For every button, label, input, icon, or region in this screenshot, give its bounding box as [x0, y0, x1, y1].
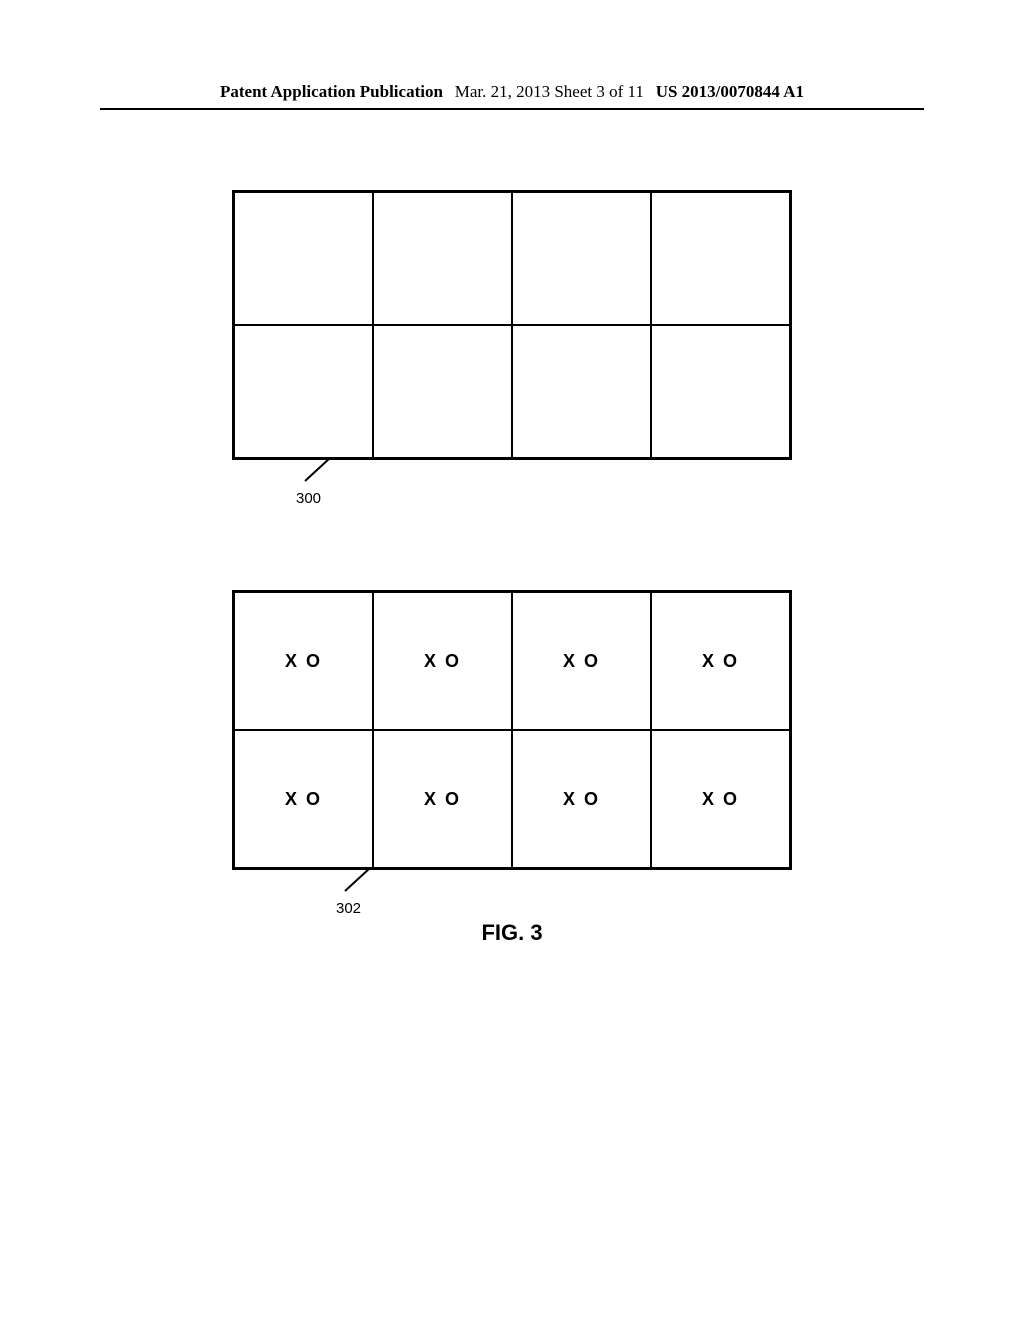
figure-3: 300 X O X O X O X O X O X O X O X O 302 …	[160, 190, 864, 946]
grid-302-cell: X O	[373, 730, 512, 868]
grid-300-cell	[651, 192, 790, 325]
header-publication-number: US 2013/0070844 A1	[656, 82, 804, 102]
grid-302-cell: X O	[651, 730, 790, 868]
grid-300-cell	[373, 192, 512, 325]
grid-302-cell: X O	[234, 592, 373, 730]
grid-300-cell	[651, 325, 790, 458]
reference-302-label: 302	[336, 900, 361, 917]
reference-300-label: 300	[296, 490, 321, 507]
grid-300	[232, 190, 792, 460]
header-publication-type: Patent Application Publication	[220, 82, 443, 102]
grid-300-cell	[234, 192, 373, 325]
page-header: Patent Application Publication Mar. 21, …	[100, 82, 924, 110]
header-date-sheet: Mar. 21, 2013 Sheet 3 of 11	[455, 82, 644, 102]
grid-302-cell: X O	[512, 730, 651, 868]
grid-302-cell: X O	[234, 730, 373, 868]
grid-300-cell	[512, 192, 651, 325]
grid-302-cell: X O	[651, 592, 790, 730]
grid-300-cell	[512, 325, 651, 458]
grid-300-cell	[373, 325, 512, 458]
grid-300-cell	[234, 325, 373, 458]
grid-302: X O X O X O X O X O X O X O X O	[232, 590, 792, 870]
figure-caption: FIG. 3	[160, 920, 864, 946]
grid-302-cell: X O	[512, 592, 651, 730]
grid-302-cell: X O	[373, 592, 512, 730]
